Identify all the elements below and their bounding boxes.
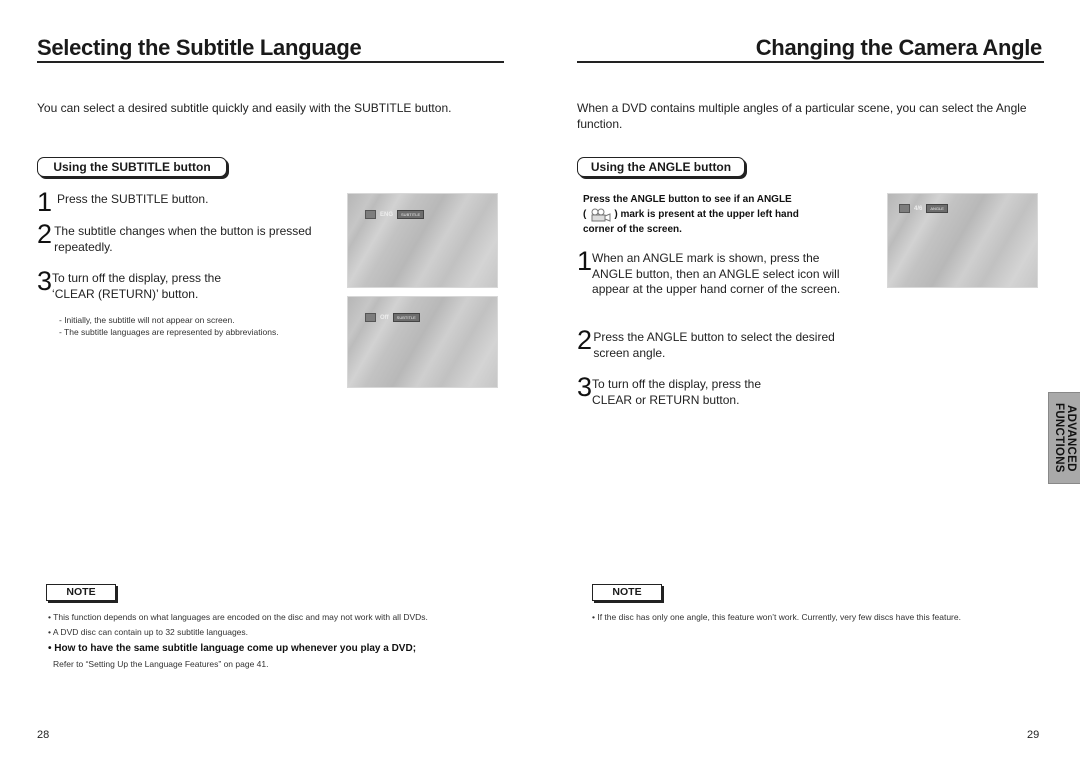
step-text: Press the ANGLE button to select the des… [593,330,835,360]
step-number: 2 [37,219,53,249]
osd-badge: SUBTITLE [397,210,425,219]
side-tab-line1: ADVANCED [1065,404,1077,472]
subtitle-osd: ENG SUBTITLE [365,210,425,219]
subtitle-step-2: 2 The subtitle changes when the button i… [37,219,327,255]
subtitle-step-3: 3 To turn off the display, press the ‘CL… [37,266,247,302]
angle-bold-intro-1: Press the ANGLE button to see if an ANGL… [583,194,792,205]
left-note-1: • This function depends on what language… [48,612,428,622]
step-number: 3 [37,266,53,296]
subtitle-sub-note-1: - Initially, the subtitle will not appea… [59,315,235,325]
left-intro: You can select a desired subtitle quickl… [37,101,452,115]
left-page-title: Selecting the Subtitle Language [37,35,362,60]
subtitle-screen-eng: ENG SUBTITLE [347,193,498,288]
side-tab-line2: FUNCTIONS [1053,403,1065,473]
osd-badge: SUBTITLE [392,313,420,322]
advanced-functions-tab: FUNCTIONS ADVANCED [1048,392,1080,484]
camera-angle-icon [589,208,611,222]
step-number: 3 [577,372,593,402]
right-page-title: Changing the Camera Angle [755,35,1043,60]
angle-step-1: 1 When an ANGLE mark is shown, press the… [577,246,842,298]
subtitle-icon [365,313,376,322]
angle-section-tab: Using the ANGLE button [577,157,745,177]
osd-value: Off [380,314,389,321]
subtitle-icon [365,210,376,219]
right-intro: When a DVD contains multiple angles of a… [577,101,1027,131]
left-note-2: • A DVD disc can contain up to 32 subtit… [48,627,249,637]
angle-intro-text: ) mark is present at the upper left hand [614,209,799,220]
step-text: When an ANGLE mark is shown, press the A… [592,251,841,296]
left-title-rule [37,61,504,63]
camera-angle-icon [899,204,910,213]
osd-value: 4/6 [914,205,923,212]
subtitle-section-tab: Using the SUBTITLE button [37,157,227,177]
right-page-number: 29 [1027,729,1040,741]
step-number: 2 [577,325,593,355]
left-tip-heading: • How to have the same subtitle language… [48,643,417,654]
left-note-label: NOTE [46,584,116,601]
angle-screen: 4/6 ANGLE [887,193,1038,288]
angle-step-3: 3 To turn off the display, press the CLE… [577,372,787,408]
step-text: To turn off the display, press the CLEAR… [592,377,762,407]
step-text: To turn off the display, press the ‘CLEA… [52,271,222,301]
angle-bold-intro-2: ( ) mark is present at the upper left ha… [583,207,799,222]
step-number: 1 [37,187,53,217]
subtitle-sub-note-2: - The subtitle languages are represented… [59,327,279,337]
osd-value: ENG [380,211,394,218]
right-note-1: • If the disc has only one angle, this f… [592,612,961,622]
step-number: 1 [577,246,593,276]
subtitle-osd: Off SUBTITLE [365,313,420,322]
paren-open: ( [583,209,587,220]
left-tip-text: Refer to “Setting Up the Language Featur… [53,659,269,669]
right-note-label: NOTE [592,584,662,601]
step-text: Press the SUBTITLE button. [57,192,209,206]
step-text: The subtitle changes when the button is … [54,224,312,254]
osd-badge: ANGLE [926,204,948,213]
left-page-number: 28 [37,729,50,741]
subtitle-screen-off: Off SUBTITLE [347,296,498,388]
right-title-rule [577,61,1044,63]
angle-osd: 4/6 ANGLE [899,204,948,213]
angle-bold-intro-3: corner of the screen. [583,224,682,235]
subtitle-step-1: 1 Press the SUBTITLE button. [37,187,327,217]
angle-step-2: 2 Press the ANGLE button to select the d… [577,325,852,361]
